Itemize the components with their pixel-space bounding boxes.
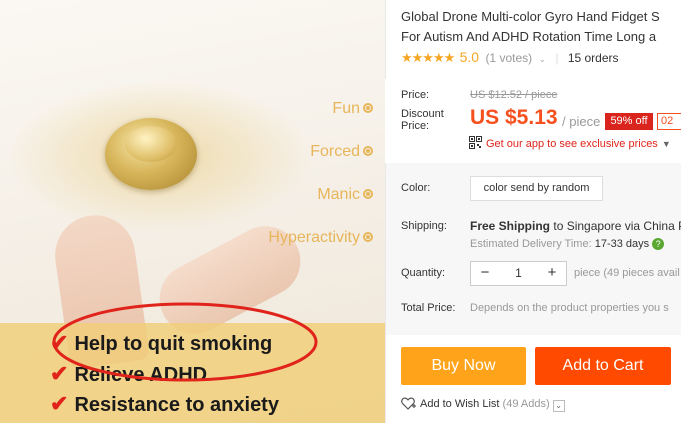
discount-price-label: Discount Price: xyxy=(401,108,444,132)
color-label: Color: xyxy=(401,182,431,194)
bullet-ring-icon xyxy=(363,146,373,156)
divider: | xyxy=(555,51,559,65)
product-info-panel: Global Drone Multi-color Gyro Hand Fidge… xyxy=(401,0,681,423)
wishlist-count: (49 Adds) xyxy=(502,398,550,410)
total-price-label: Total Price: xyxy=(401,302,456,314)
feature-word: Forced xyxy=(268,139,373,182)
orders-count: 15 orders xyxy=(567,51,619,65)
delivery-days: 17-33 days xyxy=(594,238,650,250)
feature-word: Manic xyxy=(268,182,373,225)
stock-available: piece (49 pieces avail xyxy=(574,267,680,279)
benefit-item: ✔ Resistance to anxiety xyxy=(50,391,279,416)
rating-stars-icon: ★★★★★ xyxy=(401,50,455,65)
rating-value: 5.0 xyxy=(459,49,480,65)
product-main-image[interactable]: Fun Forced Manic Hyperactivity ✔ Help to … xyxy=(0,0,385,423)
delivery-estimate: Estimated Delivery Time: 17-33 days? xyxy=(470,238,665,250)
add-to-cart-button[interactable]: Add to Cart xyxy=(535,347,671,385)
caret-down-icon: ▼ xyxy=(661,139,671,149)
wishlist-text: Add to Wish List xyxy=(420,398,500,410)
chevron-down-icon[interactable]: ⌄ xyxy=(538,54,546,64)
app-promo-text: Get our app to see exclusive prices xyxy=(486,138,658,150)
feature-word: Fun xyxy=(268,96,373,139)
help-icon[interactable]: ? xyxy=(652,238,665,250)
spinner-cap xyxy=(125,126,177,162)
quantity-input[interactable] xyxy=(496,262,541,285)
highlight-ellipse xyxy=(52,302,318,382)
buy-now-button[interactable]: Buy Now xyxy=(401,347,526,385)
chevron-down-icon[interactable]: ⌄ xyxy=(552,400,565,412)
qr-code-icon xyxy=(469,136,482,149)
product-title-line: For Autism And ADHD Rotation Time Long a xyxy=(401,29,657,44)
product-title[interactable]: Global Drone Multi-color Gyro Hand Fidge… xyxy=(401,7,681,47)
total-price-note: Depends on the product properties you s xyxy=(470,302,669,314)
shipping-label: Shipping: xyxy=(401,220,447,232)
bullet-ring-icon xyxy=(363,103,373,113)
rating-row: ★★★★★ 5.0 (1 votes) ⌄ | 15 orders xyxy=(401,49,619,67)
app-promo-link[interactable]: Get our app to see exclusive prices ▼ xyxy=(469,136,671,150)
increase-quantity-button[interactable]: + xyxy=(541,262,563,285)
price-label: Price: xyxy=(401,89,430,101)
feature-word: Hyperactivity xyxy=(268,225,373,268)
feature-word-list: Fun Forced Manic Hyperactivity xyxy=(268,96,373,268)
delivery-label: Estimated Delivery Time: xyxy=(470,238,592,250)
free-shipping-text: Free Shipping xyxy=(470,219,551,233)
discount-price: US $5.13 xyxy=(470,106,558,129)
product-title-line: Global Drone Multi-color Gyro Hand Fidge… xyxy=(401,9,660,24)
bullet-ring-icon xyxy=(363,232,373,242)
discount-badge: 59% off xyxy=(605,113,653,130)
original-price: US $12.52 / piece xyxy=(470,89,558,101)
wishlist-link[interactable]: Add to Wish List (49 Adds) ⌄ xyxy=(401,397,565,412)
quantity-stepper: − + xyxy=(470,261,567,286)
quantity-label: Quantity: xyxy=(401,267,446,279)
checkmark-icon: ✔ xyxy=(50,391,69,416)
countdown-badge: 02 xyxy=(657,113,681,130)
decrease-quantity-button[interactable]: − xyxy=(474,262,496,285)
heart-plus-icon xyxy=(401,397,416,410)
color-option[interactable]: color send by random xyxy=(470,176,603,201)
shipping-destination: to Singapore via China P xyxy=(553,219,681,233)
bullet-ring-icon xyxy=(363,189,373,199)
price-unit: / piece xyxy=(562,114,601,129)
votes-link[interactable]: (1 votes) xyxy=(485,51,532,65)
shipping-info[interactable]: Free Shipping to Singapore via China P xyxy=(470,219,681,233)
